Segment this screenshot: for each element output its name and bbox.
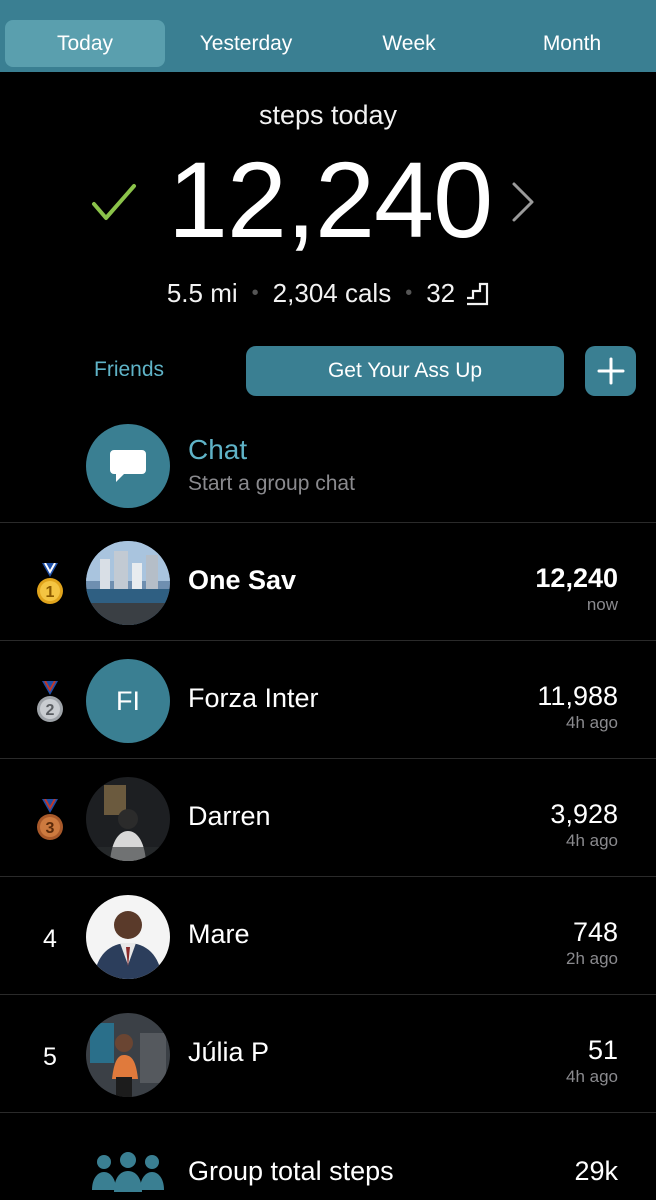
member-steps: 51: [587, 1035, 618, 1065]
calories-stat: 2,304 cals: [272, 278, 392, 308]
tab-today[interactable]: Today: [5, 20, 165, 67]
leaderboard-row[interactable]: 2 FI Forza Inter 11,988 4h ago: [0, 641, 656, 759]
steps-today-label: steps today: [258, 100, 398, 130]
member-name: Mare: [188, 919, 250, 949]
avatar: [86, 541, 170, 625]
plus-icon: [597, 357, 624, 385]
rank-number: 5: [43, 1042, 57, 1071]
leaderboard-row[interactable]: 4 Mare 748 2h ago: [0, 877, 656, 995]
leaderboard-row[interactable]: 3 Darren 3,928 4h ago: [0, 759, 656, 877]
svg-text:3: 3: [46, 820, 55, 837]
period-tab-bar: Today Yesterday Week Month: [0, 0, 656, 72]
leaderboard-row[interactable]: 1 One Sav 12,240 now: [0, 523, 656, 641]
bronze-medal-icon: 3: [30, 799, 70, 843]
member-name: One Sav: [188, 565, 297, 595]
member-name: Júlia P: [188, 1037, 270, 1067]
member-name: Forza Inter: [188, 683, 319, 713]
floors-stat: 32: [426, 278, 456, 308]
chat-avatar[interactable]: [86, 424, 170, 508]
steps-count[interactable]: 12,240: [160, 140, 500, 260]
member-last-updated: 2h ago: [566, 949, 618, 968]
divider: [0, 1112, 656, 1113]
member-last-updated: 4h ago: [566, 1067, 618, 1086]
get-your-ass-up-button[interactable]: Get Your Ass Up: [246, 346, 564, 396]
avatar: [86, 777, 170, 861]
stairs-icon: [467, 282, 489, 305]
tab-week[interactable]: Week: [329, 20, 489, 67]
add-friend-button[interactable]: [585, 346, 636, 396]
stats-row: 5.5 mi • 2,304 cals • 32: [0, 278, 656, 309]
tab-yesterday[interactable]: Yesterday: [166, 20, 326, 67]
member-last-updated: 4h ago: [566, 713, 618, 732]
member-steps: 11,988: [537, 681, 618, 711]
gold-medal-icon: 1: [30, 563, 70, 607]
friends-link[interactable]: Friends: [94, 358, 164, 382]
leaderboard-row[interactable]: 5 Júlia P 51 4h ago: [0, 995, 656, 1113]
member-steps: 12,240: [535, 563, 618, 593]
svg-text:2: 2: [46, 702, 55, 719]
separator-dot: •: [251, 282, 259, 304]
member-name: Darren: [188, 801, 271, 831]
check-icon: [92, 184, 136, 220]
svg-text:1: 1: [46, 584, 55, 601]
avatar: [86, 895, 170, 979]
avatar: [86, 1013, 170, 1097]
chat-title[interactable]: Chat: [188, 434, 247, 466]
distance-stat: 5.5 mi: [166, 278, 238, 308]
group-icon: [92, 1152, 164, 1192]
group-total-value: 29k: [574, 1156, 618, 1186]
member-steps: 3,928: [550, 799, 618, 829]
member-last-updated: 4h ago: [566, 831, 618, 850]
tab-month[interactable]: Month: [492, 20, 652, 67]
group-total-label: Group total steps: [188, 1156, 394, 1186]
chat-bubble-icon: [110, 450, 146, 482]
rank-number: 4: [43, 924, 57, 953]
chat-subtitle: Start a group chat: [188, 472, 355, 495]
member-last-updated: now: [586, 595, 618, 614]
silver-medal-icon: 2: [30, 681, 70, 725]
avatar: FI: [86, 659, 170, 743]
separator-dot: •: [405, 282, 413, 304]
chevron-right-icon[interactable]: [508, 178, 538, 226]
member-steps: 748: [572, 917, 618, 947]
